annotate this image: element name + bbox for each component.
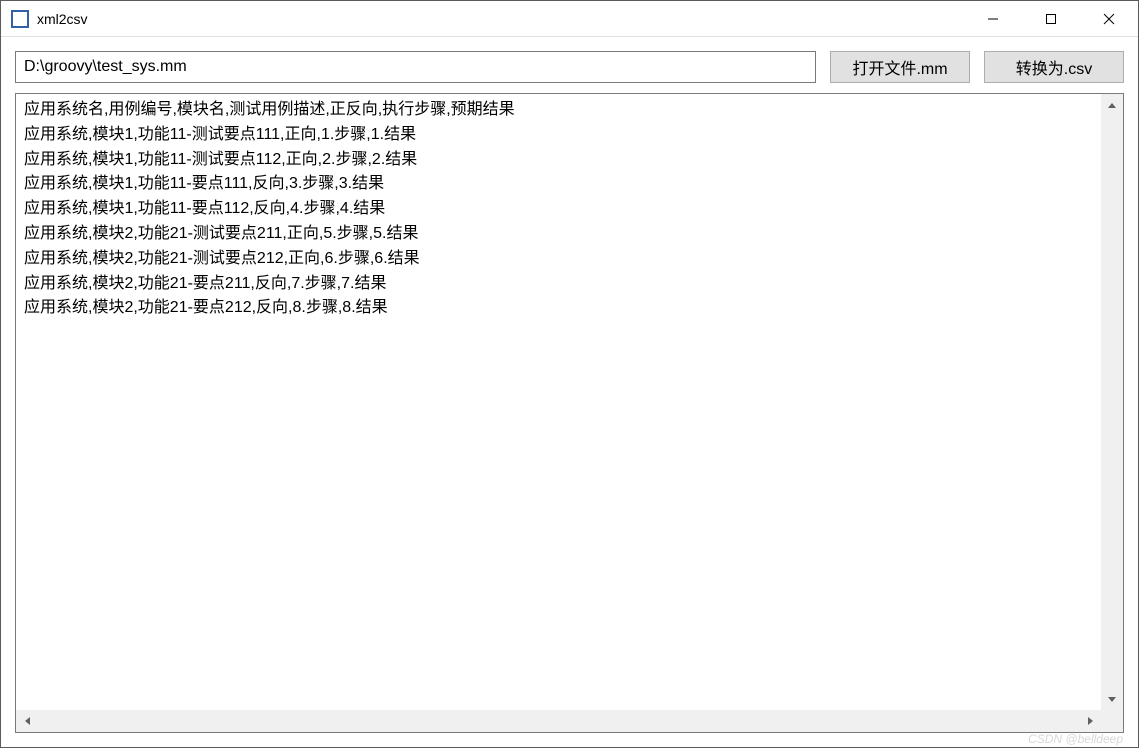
window-title: xml2csv [37, 11, 964, 27]
scroll-right-arrow[interactable] [1079, 710, 1101, 732]
chevron-down-icon [1108, 697, 1116, 702]
chevron-up-icon [1108, 103, 1116, 108]
convert-csv-button[interactable]: 转换为.csv [984, 51, 1124, 83]
close-button[interactable] [1080, 1, 1138, 36]
window-controls [964, 1, 1138, 36]
horizontal-scrollbar[interactable] [16, 710, 1101, 732]
app-window: xml2csv 打开文件.mm 转换为.csv 应用系统名,用例编号,模块名,测… [0, 0, 1139, 748]
scroll-up-arrow[interactable] [1101, 94, 1123, 116]
maximize-button[interactable] [1022, 1, 1080, 36]
scrollbar-corner [1101, 710, 1123, 732]
maximize-icon [1045, 13, 1057, 25]
minimize-button[interactable] [964, 1, 1022, 36]
scroll-down-arrow[interactable] [1101, 688, 1123, 710]
output-container: 应用系统名,用例编号,模块名,测试用例描述,正反向,执行步骤,预期结果 应用系统… [15, 93, 1124, 733]
minimize-icon [987, 13, 999, 25]
vertical-scrollbar[interactable] [1101, 94, 1123, 710]
chevron-right-icon [1088, 717, 1093, 725]
app-icon [11, 10, 29, 28]
output-text[interactable]: 应用系统名,用例编号,模块名,测试用例描述,正反向,执行步骤,预期结果 应用系统… [16, 94, 1123, 732]
close-icon [1103, 13, 1115, 25]
toolbar: 打开文件.mm 转换为.csv [15, 51, 1124, 83]
file-path-input[interactable] [15, 51, 816, 83]
titlebar[interactable]: xml2csv [1, 1, 1138, 37]
content-area: 打开文件.mm 转换为.csv 应用系统名,用例编号,模块名,测试用例描述,正反… [1, 37, 1138, 747]
open-file-button[interactable]: 打开文件.mm [830, 51, 970, 83]
scroll-left-arrow[interactable] [16, 710, 38, 732]
chevron-left-icon [25, 717, 30, 725]
